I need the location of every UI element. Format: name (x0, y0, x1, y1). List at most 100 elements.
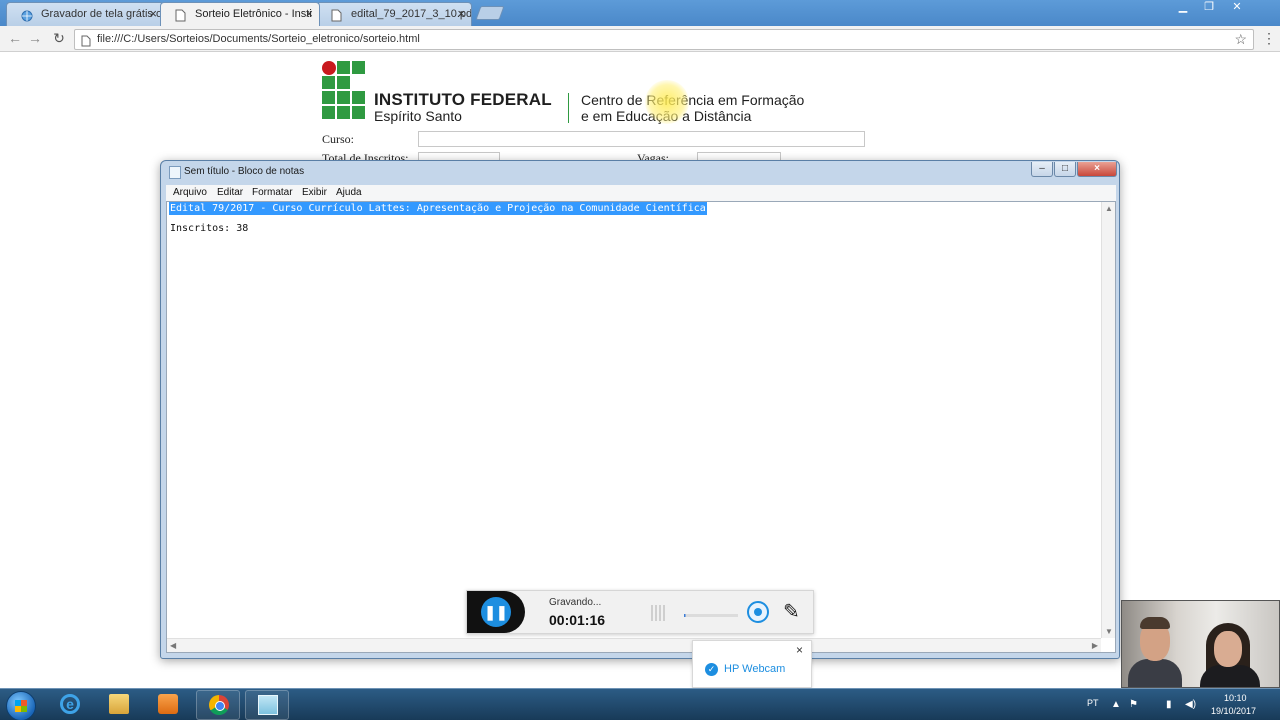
pencil-icon[interactable]: ✎ (783, 599, 800, 624)
notepad-window[interactable]: Sem título - Bloco de notas – □ × Arquiv… (160, 160, 1120, 659)
webcam-video-overlay (1121, 600, 1280, 688)
tab-close-icon[interactable]: × (149, 3, 157, 25)
notepad-menubar: Arquivo Editar Formatar Exibir Ajuda (166, 185, 1116, 201)
logo-square (337, 61, 350, 74)
notepad-titlebar[interactable]: Sem título - Bloco de notas – □ × (161, 161, 1119, 183)
minimize-window-button[interactable]: ▁ (1172, 0, 1194, 14)
tab-edital-pdf[interactable]: edital_79_2017_3_10.pdf × (316, 2, 472, 26)
tab-label: edital_79_2017_3_10.pdf (351, 8, 472, 20)
tab-label: Gravador de tela grátis o (41, 8, 163, 20)
scroll-down-icon[interactable]: ▼ (1105, 627, 1113, 636)
person-figure (1140, 617, 1170, 629)
volume-icon[interactable]: ◀) (1185, 699, 1196, 710)
notepad-taskbar-icon[interactable] (245, 690, 289, 720)
centro-title-line1: Centro de Referência em Formação (581, 92, 805, 108)
forward-icon[interactable]: → (26, 30, 44, 46)
tab-label: Sorteio Eletrônico - Insti (195, 8, 312, 20)
scroll-right-icon[interactable]: ▶ (1092, 641, 1098, 650)
back-icon[interactable]: ← (6, 30, 24, 46)
notepad-close-button[interactable]: × (1077, 162, 1117, 177)
flag-icon[interactable]: ⚑ (1129, 699, 1138, 710)
page-icon (331, 8, 343, 22)
close-window-button[interactable]: ✕ (1226, 0, 1248, 14)
globe-icon (21, 8, 33, 22)
person-figure (1214, 631, 1242, 667)
browser-toolbar: ← → ↻ file:///C:/Users/Sorteios/Document… (0, 26, 1280, 52)
url-text[interactable]: file:///C:/Users/Sorteios/Documents/Sort… (97, 33, 420, 45)
logo-square (337, 91, 350, 104)
webcam-icon[interactable] (747, 601, 769, 623)
menu-exibir[interactable]: Exibir (302, 187, 327, 198)
pause-icon[interactable]: ❚❚ (481, 597, 511, 627)
show-hidden-icons-icon[interactable]: ▲ (1111, 699, 1121, 710)
tab-gravador[interactable]: Gravador de tela grátis o × (6, 2, 164, 26)
logo-square (322, 76, 335, 89)
menu-editar[interactable]: Editar (217, 187, 243, 198)
recording-timer: 00:01:16 (549, 612, 606, 628)
cursor-highlight (645, 80, 689, 124)
recording-status: Gravando... (549, 597, 602, 608)
clock-time[interactable]: 10:10 (1224, 693, 1247, 703)
person-figure (1128, 659, 1182, 687)
logo-square (352, 91, 365, 104)
menu-icon[interactable]: ⋮ (1262, 30, 1276, 47)
person-figure (1200, 665, 1260, 687)
file-explorer-icon[interactable] (97, 690, 141, 720)
close-icon[interactable]: × (796, 643, 803, 657)
selected-text-line[interactable]: Edital 79/2017 - Curso Currículo Lattes:… (169, 202, 707, 215)
chrome-icon[interactable] (196, 690, 240, 720)
windows-taskbar: e PT ▲ ⚑ ▮ ◀) 10:10 19/10/2017 (0, 688, 1280, 720)
screen-recorder-bar: ❚❚ Gravando... 00:01:16 ✎ (466, 590, 814, 634)
logo-square (352, 61, 365, 74)
menu-ajuda[interactable]: Ajuda (336, 187, 362, 198)
internet-explorer-icon[interactable]: e (48, 690, 92, 720)
text-line[interactable]: Inscritos: 38 (170, 223, 248, 234)
checkmark-icon[interactable]: ✓ (705, 663, 718, 676)
audio-meter-icon (651, 605, 665, 621)
browser-tab-strip: Gravador de tela grátis o × Sorteio Elet… (0, 0, 1280, 26)
menu-formatar[interactable]: Formatar (252, 187, 293, 198)
vagas-input[interactable] (697, 152, 781, 160)
new-tab-button[interactable] (475, 6, 505, 20)
scroll-up-icon[interactable]: ▲ (1105, 204, 1113, 213)
logo-square (337, 106, 350, 119)
logo-square (337, 76, 350, 89)
vertical-scrollbar[interactable]: ▲ ▼ (1101, 202, 1115, 638)
language-indicator[interactable]: PT (1087, 698, 1099, 708)
notepad-title: Sem título - Bloco de notas (184, 166, 305, 177)
notepad-maximize-button[interactable]: □ (1054, 162, 1076, 177)
webcam-popup: × ✓ HP Webcam (692, 640, 812, 688)
notepad-icon (169, 166, 181, 179)
windows-start-icon[interactable] (6, 691, 36, 720)
pause-button-area: ❚❚ (467, 591, 525, 633)
tab-sorteio[interactable]: Sorteio Eletrônico - Insti × (160, 2, 320, 26)
notepad-text-area[interactable]: Edital 79/2017 - Curso Currículo Lattes:… (166, 201, 1116, 653)
page-icon (81, 34, 91, 47)
tab-close-icon[interactable]: × (305, 3, 313, 25)
logo-red-circle (322, 61, 336, 75)
clock-date[interactable]: 19/10/2017 (1211, 706, 1256, 716)
bookmark-star-icon[interactable]: ☆ (1234, 31, 1247, 48)
scroll-left-icon[interactable]: ◀ (170, 641, 176, 650)
brand-subtitle: Espírito Santo (374, 108, 462, 124)
page-icon (175, 8, 187, 22)
menu-arquivo[interactable]: Arquivo (173, 187, 207, 198)
webcam-option-label[interactable]: HP Webcam (724, 663, 785, 675)
total-inscritos-input[interactable] (418, 152, 500, 160)
logo-square (322, 106, 335, 119)
media-player-icon[interactable] (146, 690, 190, 720)
notepad-minimize-button[interactable]: – (1031, 162, 1053, 177)
restore-window-button[interactable]: ❐ (1198, 0, 1220, 14)
network-icon[interactable]: ▮ (1166, 699, 1172, 710)
brand-title: INSTITUTO FEDERAL (374, 90, 552, 109)
address-bar[interactable]: file:///C:/Users/Sorteios/Documents/Sort… (74, 29, 1254, 50)
reload-icon[interactable]: ↻ (50, 30, 68, 47)
curso-input[interactable] (418, 131, 865, 147)
tab-close-icon[interactable]: × (457, 3, 465, 25)
logo-square (322, 91, 335, 104)
curso-label: Curso: (322, 132, 355, 146)
audio-level-bar (684, 614, 738, 617)
logo-square (352, 106, 365, 119)
brand-divider (568, 93, 569, 123)
horizontal-scrollbar[interactable]: ◀ ▶ (167, 638, 1101, 652)
